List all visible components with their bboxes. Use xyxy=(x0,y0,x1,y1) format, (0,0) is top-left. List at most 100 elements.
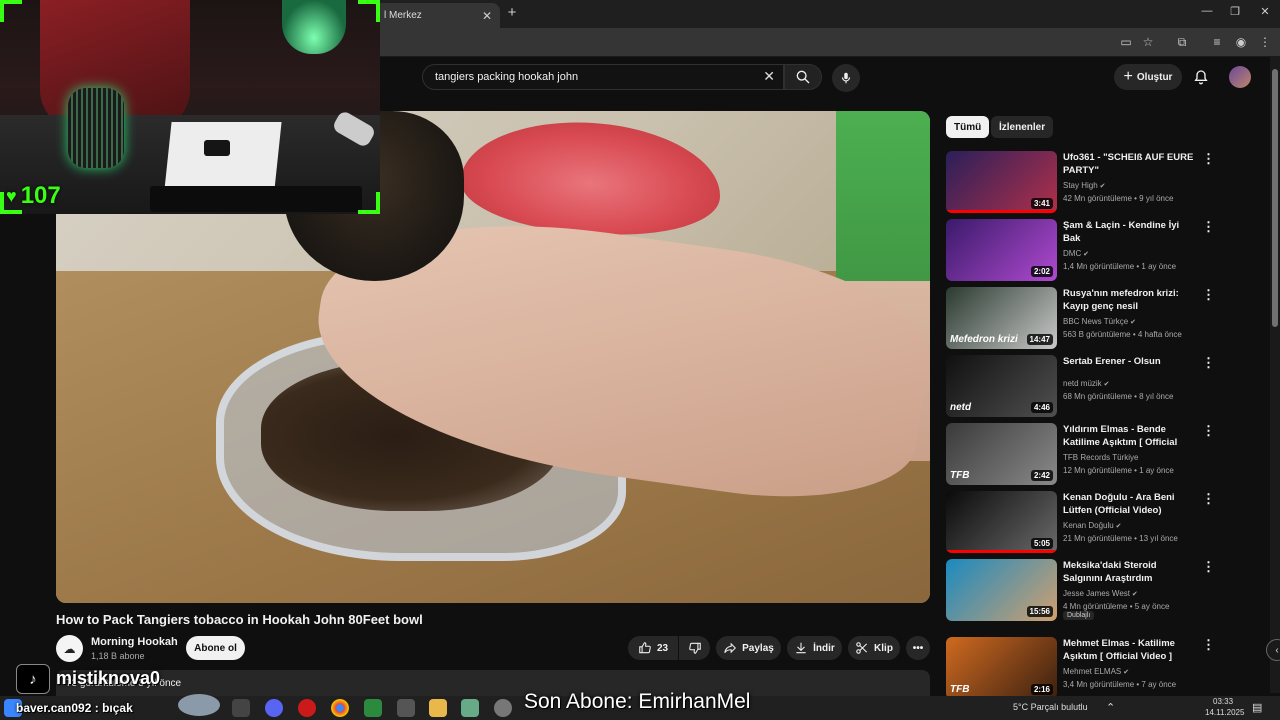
discord-icon[interactable] xyxy=(265,699,283,717)
recommendation-title[interactable]: Yıldırım Elmas - Bende Katilime Aşıktım … xyxy=(1063,423,1195,449)
profile-icon[interactable]: ◉ xyxy=(1233,35,1249,49)
close-window-button[interactable]: ✕ xyxy=(1248,5,1280,18)
recommendation-title[interactable]: Şam & Laçin - Kendine İyi Bak xyxy=(1063,219,1195,245)
page-scrollbar[interactable] xyxy=(1270,57,1280,693)
recommendation-thumbnail[interactable]: TFB 2:42 xyxy=(946,423,1057,485)
video-duration: 14:47 xyxy=(1026,334,1053,345)
recommendation-channel[interactable]: Mehmet ELMAS ✔ xyxy=(1063,667,1129,676)
more-options-icon[interactable]: ⋮ xyxy=(1202,287,1215,303)
channel-name-text: Mehmet ELMAS xyxy=(1063,667,1122,676)
collapse-chevron-icon[interactable]: ‹ xyxy=(1266,639,1280,661)
more-options-icon[interactable]: ⋮ xyxy=(1202,151,1215,167)
more-options-icon[interactable]: ⋮ xyxy=(1202,637,1215,653)
recommendation-thumbnail[interactable]: 2:02 xyxy=(946,219,1057,281)
file-explorer-icon[interactable] xyxy=(429,699,447,717)
download-button[interactable]: İndir xyxy=(787,636,842,660)
app-icon[interactable] xyxy=(461,699,479,717)
recommendation-channel[interactable]: DMC ✔ xyxy=(1063,249,1089,258)
maximize-button[interactable]: ❐ xyxy=(1218,5,1252,18)
voice-search-button[interactable] xyxy=(832,64,860,92)
subscriber-count: 1,18 B abone xyxy=(91,651,145,661)
obs-icon[interactable] xyxy=(494,699,512,717)
search-button[interactable] xyxy=(784,64,822,90)
clock-time[interactable]: 03:33 xyxy=(1213,697,1233,706)
app-icon[interactable] xyxy=(397,699,415,717)
search-icon xyxy=(796,70,810,84)
weather-text[interactable]: 5°C Parçalı bulutlu xyxy=(1013,702,1088,712)
new-tab-button[interactable]: + xyxy=(504,4,520,22)
mic-icon xyxy=(841,72,851,84)
notification-center-icon[interactable]: ▤ xyxy=(1252,701,1262,714)
more-options-icon[interactable]: ⋮ xyxy=(1202,559,1215,575)
recommendation-item[interactable]: 3:41 Ufo361 - "SCHEIß AUF EURE PARTY" Stay… xyxy=(946,151,1226,215)
subscribe-button[interactable]: Abone ol xyxy=(186,636,245,660)
description-box[interactable]: 73 görüntüleme 3 yıl önce xyxy=(56,670,930,696)
recommendation-item[interactable]: TFB 2:16 Mehmet Elmas - Katilime Aşıktım [… xyxy=(946,637,1226,701)
counter-value: 107 xyxy=(20,182,61,209)
recommendation-item[interactable]: Mefedron krizi 14:47 Rusya'nın mefedron kr… xyxy=(946,287,1226,351)
channel-avatar[interactable]: ☁ xyxy=(56,635,83,662)
webcam-object xyxy=(204,140,230,156)
create-button[interactable]: + Oluştur xyxy=(1114,64,1182,90)
channel-name-text: Kenan Doğulu xyxy=(1063,521,1114,530)
recommendation-channel[interactable]: Jesse James West ✔ xyxy=(1063,589,1138,598)
browser-tab[interactable]: l Merkez ✕ xyxy=(360,3,500,28)
search-input[interactable]: tangiers packing hookah john ✕ xyxy=(422,64,784,90)
more-options-icon[interactable]: ⋮ xyxy=(1202,219,1215,235)
recommendation-item[interactable]: 2:02 Şam & Laçin - Kendine İyi Bak DMC ✔ 1,… xyxy=(946,219,1226,283)
recommendation-title[interactable]: Kenan Doğulu - Ara Beni Lütfen (Official… xyxy=(1063,491,1195,517)
recommendation-thumbnail[interactable]: netd 4:46 xyxy=(946,355,1057,417)
recommendation-item[interactable]: netd 4:46 Sertab Erener - Olsun netd müzik … xyxy=(946,355,1226,419)
reading-list-icon[interactable]: ≡ xyxy=(1209,35,1225,49)
chrome-icon[interactable] xyxy=(331,699,349,717)
more-options-icon[interactable]: ⋮ xyxy=(1202,423,1215,439)
bookmark-star-icon[interactable]: ☆ xyxy=(1140,35,1156,49)
recommendation-item[interactable]: TFB 2:42 Yıldırım Elmas - Bende Katilime A… xyxy=(946,423,1226,487)
app-icon[interactable] xyxy=(364,699,382,717)
clock-date[interactable]: 14.11.2025 xyxy=(1205,708,1244,717)
share-button[interactable]: Paylaş xyxy=(716,636,781,660)
browser-menu-icon[interactable]: ⋮ xyxy=(1257,35,1273,49)
recommendation-thumbnail[interactable]: TFB 2:16 xyxy=(946,637,1057,699)
task-view-icon[interactable] xyxy=(232,699,250,717)
recommendation-thumbnail[interactable]: 15:56 xyxy=(946,559,1057,621)
recommendation-item[interactable]: 15:56 Meksika'daki Steroid Salgınını Araş… xyxy=(946,559,1226,623)
channel-name[interactable]: Morning Hookah xyxy=(91,636,178,648)
recommendation-thumbnail[interactable]: Mefedron krizi 14:47 xyxy=(946,287,1057,349)
recommendation-channel[interactable]: Stay High ✔ xyxy=(1063,181,1106,190)
more-options-icon[interactable]: ⋮ xyxy=(1202,491,1215,507)
tray-chevron-icon[interactable]: ⌃ xyxy=(1106,701,1115,714)
share-label: Paylaş xyxy=(742,642,774,654)
recommendation-title[interactable]: Sertab Erener - Olsun xyxy=(1063,355,1195,368)
recommendation-channel[interactable]: TFB Records Türkiye xyxy=(1063,453,1138,462)
thumbnail-caption: netd xyxy=(950,402,972,413)
chip-all[interactable]: Tümü xyxy=(946,116,990,138)
recommendation-channel[interactable]: netd müzik ✔ xyxy=(1063,379,1110,388)
dislike-button[interactable] xyxy=(679,636,710,660)
more-actions-button[interactable]: ••• xyxy=(906,636,930,660)
account-avatar[interactable] xyxy=(1229,66,1251,88)
notifications-button[interactable] xyxy=(1190,66,1212,88)
create-label: Oluştur xyxy=(1136,71,1173,83)
extensions-icon[interactable]: ⧉ xyxy=(1174,35,1190,50)
clip-button[interactable]: Klip xyxy=(848,636,900,660)
recommendation-channel[interactable]: BBC News Türkçe ✔ xyxy=(1063,317,1136,326)
recommendation-title[interactable]: Rusya'nın mefedron krizi: Kayıp genç nes… xyxy=(1063,287,1195,313)
recommendation-thumbnail[interactable]: 5:05 xyxy=(946,491,1057,553)
like-button[interactable]: 23 xyxy=(628,636,678,660)
more-options-icon[interactable]: ⋮ xyxy=(1202,355,1215,371)
follower-counter: ♥ 107 xyxy=(6,182,61,210)
tab-close-icon[interactable]: ✕ xyxy=(482,9,492,23)
recommendation-meta: 12 Mn görüntüleme • 1 ay önce xyxy=(1063,466,1174,475)
scrollbar-thumb[interactable] xyxy=(1272,69,1278,327)
recommendation-title[interactable]: Ufo361 - "SCHEIß AUF EURE PARTY" xyxy=(1063,151,1195,177)
recommendation-title[interactable]: Meksika'daki Steroid Salgınını Araştırdı… xyxy=(1063,559,1195,585)
recommendation-thumbnail[interactable]: 3:41 xyxy=(946,151,1057,213)
opera-icon[interactable] xyxy=(298,699,316,717)
recommendation-channel[interactable]: Kenan Doğulu ✔ xyxy=(1063,521,1122,530)
recommendation-title[interactable]: Mehmet Elmas - Katilime Aşıktım [ Offici… xyxy=(1063,637,1195,663)
recommendation-item[interactable]: 5:05 Kenan Doğulu - Ara Beni Lütfen (Offi… xyxy=(946,491,1226,555)
cast-icon[interactable]: ▭ xyxy=(1118,35,1134,49)
chip-watched[interactable]: İzlenenler xyxy=(991,116,1054,138)
clear-icon[interactable]: ✕ xyxy=(763,68,775,85)
